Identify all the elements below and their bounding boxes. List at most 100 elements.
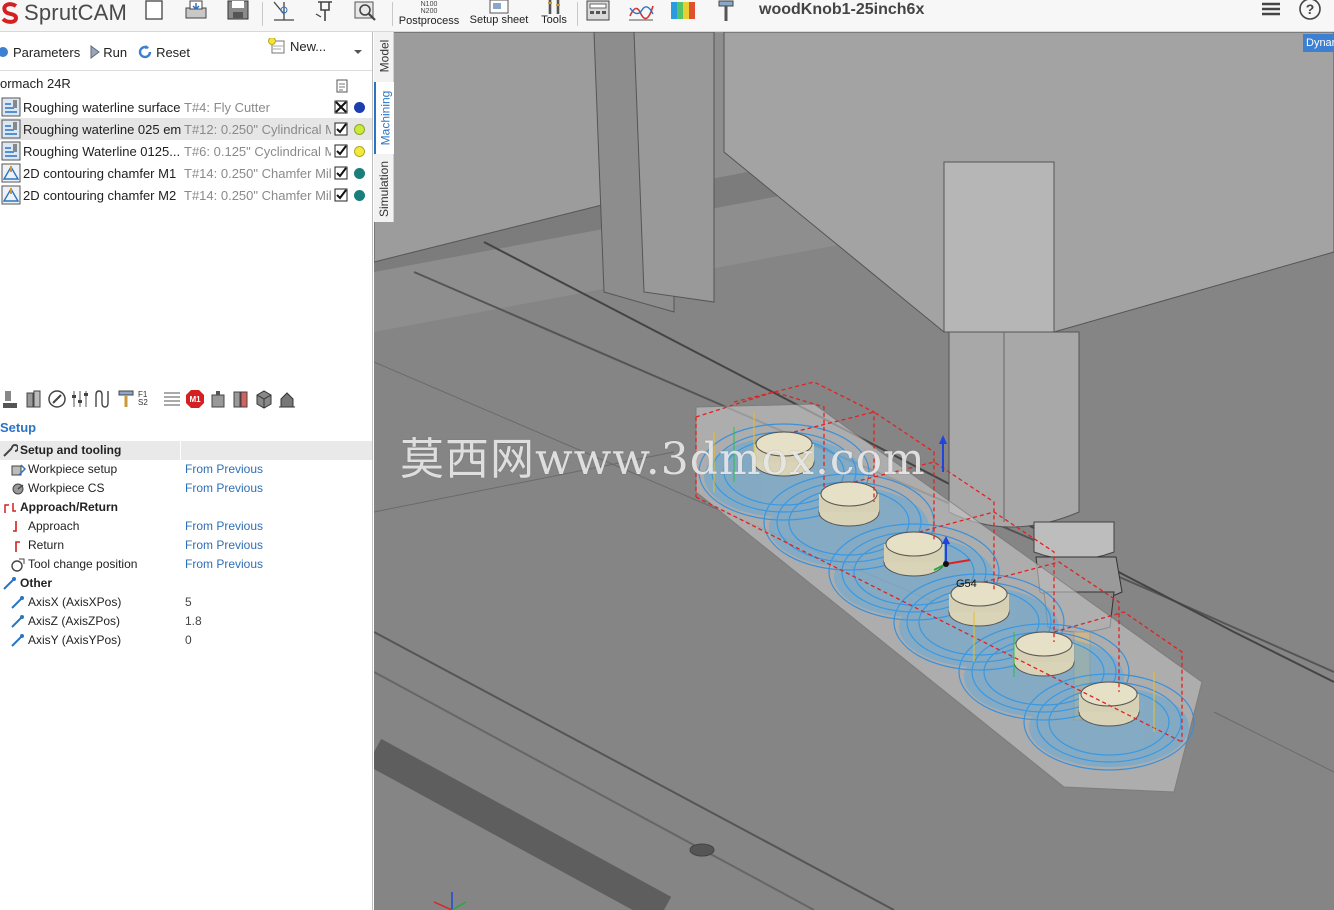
tab-workpiece[interactable] — [23, 388, 45, 410]
operation-name: 2D contouring chamfer M2 — [23, 187, 177, 203]
calculator-button[interactable] — [585, 0, 611, 22]
operation-row[interactable]: Roughing Waterline 0125... T#6: 0.125" C… — [0, 140, 372, 162]
operation-enabled-checkbox[interactable] — [334, 188, 348, 202]
tab-machining[interactable]: Machining — [374, 82, 394, 154]
dynamic-view-badge[interactable]: Dynar — [1303, 34, 1334, 52]
main-menu-button[interactable] — [1260, 0, 1282, 20]
group-setup-tooling[interactable]: Setup and tooling — [0, 441, 372, 460]
operation-row[interactable]: 2D contouring chamfer M1 T#14: 0.250" Ch… — [0, 162, 372, 184]
machine-node[interactable]: ormach 24R — [0, 76, 372, 96]
tab-tool[interactable] — [115, 388, 137, 410]
setup-sheet-icon — [489, 0, 509, 14]
toolpath-chart-button[interactable] — [627, 0, 655, 22]
levels-icon — [72, 391, 88, 407]
main-toolbar: SprutCAM N100 N200 Postprocess Setup she… — [0, 0, 1334, 32]
property-label: Return — [28, 538, 65, 552]
operation-row[interactable]: Roughing waterline 025 em T#12: 0.250" C… — [0, 118, 372, 140]
tab-model[interactable] — [253, 388, 275, 410]
tab-levels[interactable] — [69, 388, 91, 410]
select-tool-button[interactable] — [270, 0, 298, 22]
operation-enabled-checkbox[interactable] — [334, 144, 348, 158]
operation-list: Roughing waterline surface T#4: Fly Cutt… — [0, 96, 372, 206]
app-brand: SprutCAM — [0, 0, 127, 26]
new-project-button[interactable] — [145, 0, 163, 20]
property-return[interactable]: Return From Previous — [0, 536, 372, 555]
tools-button[interactable]: Tools — [539, 0, 569, 26]
color-palette-button[interactable] — [669, 0, 697, 22]
new-operation-button[interactable]: New... — [268, 38, 326, 54]
property-grid: Setup and tooling Workpiece setup From P… — [0, 441, 372, 650]
operation-name: Roughing Waterline 0125... — [23, 143, 181, 159]
document-icon[interactable] — [336, 79, 348, 93]
run-button[interactable]: Run — [90, 45, 127, 60]
nc-code-icon: N100 N200 — [420, 1, 438, 15]
group-other[interactable]: Other — [0, 574, 372, 593]
svg-text:?: ? — [1306, 1, 1315, 17]
color-map-icon — [671, 2, 695, 19]
postprocess-button[interactable]: N100 N200 Postprocess — [397, 0, 461, 27]
crosshair-select-icon — [273, 1, 294, 21]
property-value[interactable]: From Previous — [185, 517, 263, 536]
compass-icon — [48, 390, 66, 408]
save-project-button[interactable] — [226, 0, 250, 20]
side-tabs: Model Machining Simulation — [374, 32, 394, 222]
operation-row[interactable]: 2D contouring chamfer M2 T#14: 0.250" Ch… — [0, 184, 372, 206]
property-value[interactable]: 5 — [185, 593, 192, 612]
tab-links[interactable] — [92, 388, 114, 410]
sprutcam-logo-icon — [1, 2, 19, 24]
open-project-button[interactable] — [184, 0, 208, 20]
tab-technology-commands[interactable]: M1 — [184, 388, 206, 410]
reset-icon — [138, 45, 152, 59]
tab-simulation[interactable]: Simulation — [374, 156, 394, 222]
tool-holder-button[interactable] — [312, 0, 338, 22]
svg-text:M1: M1 — [189, 395, 201, 404]
zoom-button[interactable] — [353, 0, 381, 22]
property-axis-z[interactable]: AxisZ (AxisZPos) 1.8 — [0, 612, 372, 631]
operation-name: Roughing waterline surface — [23, 99, 181, 115]
property-axis-y[interactable]: AxisY (AxisYPos) 0 — [0, 631, 372, 650]
property-value[interactable]: 1.8 — [185, 612, 202, 631]
property-approach[interactable]: Approach From Previous — [0, 517, 372, 536]
property-workpiece-setup[interactable]: Workpiece setup From Previous — [0, 460, 372, 479]
chevron-down-icon[interactable] — [353, 49, 363, 55]
machine-tool-button[interactable] — [715, 0, 737, 22]
operation-row[interactable]: Roughing waterline surface T#4: Fly Cutt… — [0, 96, 372, 118]
operation-disabled-toggle[interactable] — [334, 100, 348, 114]
link-path-icon — [95, 390, 109, 408]
group-approach-return[interactable]: Approach/Return — [0, 498, 372, 517]
property-axis-x[interactable]: AxisX (AxisXPos) 5 — [0, 593, 372, 612]
tab-setup[interactable] — [0, 388, 22, 410]
parameters-button[interactable]: Parameters — [0, 45, 80, 60]
property-workpiece-cs[interactable]: Workpiece CS From Previous — [0, 479, 372, 498]
tab-model[interactable]: Model — [374, 32, 394, 80]
operation-enabled-checkbox[interactable] — [334, 122, 348, 136]
property-value[interactable]: From Previous — [185, 460, 263, 479]
property-label: Workpiece setup — [28, 462, 118, 476]
group-label: Approach/Return — [20, 500, 119, 514]
property-label: AxisZ (AxisZPos) — [28, 614, 121, 628]
tab-feeds-speeds[interactable]: F1 S2 — [138, 388, 160, 410]
contour-operation-icon — [1, 163, 21, 183]
property-value[interactable]: From Previous — [185, 479, 263, 498]
reset-button[interactable]: Reset — [137, 44, 190, 60]
property-value[interactable]: From Previous — [185, 536, 263, 555]
tab-simulation[interactable] — [276, 388, 298, 410]
tab-strategy[interactable] — [46, 388, 68, 410]
property-value[interactable]: From Previous — [185, 555, 263, 574]
postprocess-label: Postprocess — [398, 15, 460, 27]
spindle-carriage — [943, 161, 1055, 333]
setup-sheet-button[interactable]: Setup sheet — [468, 0, 530, 26]
tab-stock[interactable] — [230, 388, 252, 410]
operation-status-dot — [354, 146, 365, 157]
property-label: Workpiece CS — [28, 481, 105, 495]
help-button[interactable]: ? — [1298, 0, 1321, 20]
tab-coolant[interactable] — [161, 388, 183, 410]
property-label: Tool change position — [28, 557, 138, 571]
contour-operation-icon — [1, 185, 21, 205]
wcs-label: G54 — [956, 578, 977, 590]
property-value[interactable]: 0 — [185, 631, 192, 650]
operation-enabled-checkbox[interactable] — [334, 166, 348, 180]
tab-label: Model — [377, 39, 391, 73]
tab-holder[interactable] — [207, 388, 229, 410]
property-tool-change-position[interactable]: Tool change position From Previous — [0, 555, 372, 574]
